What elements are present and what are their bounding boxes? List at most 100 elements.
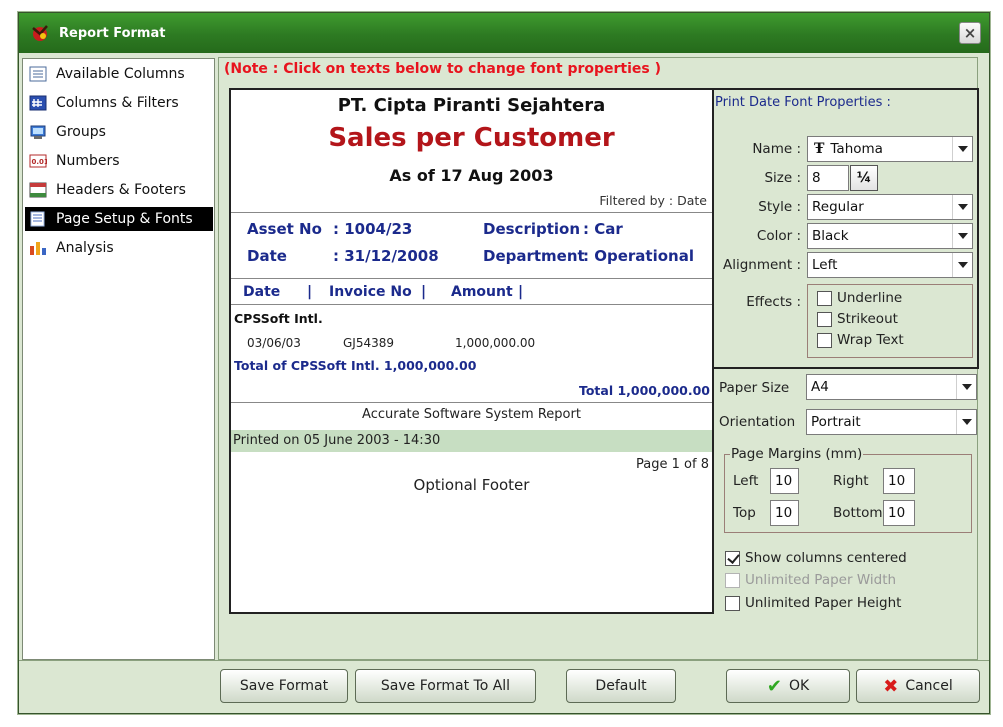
margin-bottom-input[interactable]: 10 — [883, 500, 915, 526]
preview-page-number[interactable]: Page 1 of 8 — [636, 457, 709, 472]
checkbox-box[interactable] — [817, 311, 832, 327]
sidebar-item-headers-footers[interactable]: Headers & Footers — [25, 178, 213, 202]
chevron-down-icon[interactable] — [952, 137, 972, 161]
button-label: Cancel — [905, 678, 953, 694]
page-margins-legend: Page Margins (mm) — [730, 446, 864, 462]
checkbox-box[interactable] — [725, 595, 740, 611]
default-button[interactable]: Default — [566, 669, 676, 703]
checkbox-label: Wrap Text — [837, 332, 904, 348]
show-columns-centered-checkbox[interactable]: Show columns centered — [725, 550, 907, 566]
preview-report-footer[interactable]: Accurate Software System Report — [231, 407, 712, 422]
sidebar-item-label: Analysis — [56, 240, 114, 256]
preview-company-name[interactable]: PT. Cipta Piranti Sejahtera — [231, 95, 712, 116]
sidebar-item-label: Page Setup & Fonts — [56, 211, 193, 227]
chevron-down-icon[interactable] — [952, 224, 972, 248]
sidebar-item-available-columns[interactable]: Available Columns — [25, 62, 213, 86]
ok-button[interactable]: ✔ OK — [726, 669, 850, 703]
preview-row-date[interactable]: 03/06/03 — [247, 336, 301, 350]
underline-checkbox[interactable]: Underline — [817, 290, 902, 306]
sidebar-item-groups[interactable]: Groups — [25, 120, 213, 144]
preview-department-label[interactable]: Department — [483, 247, 585, 265]
button-bar-divider — [19, 660, 989, 661]
preview-date-value[interactable]: : 31/12/2008 — [333, 247, 439, 265]
preview-asset-label[interactable]: Asset No — [247, 220, 322, 238]
sidebar-item-analysis[interactable]: Analysis — [25, 236, 213, 260]
preview-col-invoice[interactable]: Invoice No — [329, 284, 412, 300]
paper-size-label: Paper Size — [719, 380, 790, 396]
x-cross-icon: ✖ — [883, 675, 899, 697]
preview-row-invoice[interactable]: GJ54389 — [343, 336, 394, 350]
wrap-text-checkbox[interactable]: Wrap Text — [817, 332, 904, 348]
checkbox-box[interactable] — [725, 550, 740, 566]
checkbox-box[interactable] — [817, 332, 832, 348]
font-size-input[interactable]: 8 — [807, 165, 849, 191]
font-alignment-value: Left — [812, 257, 838, 273]
close-button[interactable]: × — [959, 22, 981, 44]
preview-divider — [231, 304, 712, 305]
preview-row-amount[interactable]: 1,000,000.00 — [455, 336, 535, 350]
font-properties-title: Print Date Font Properties : — [715, 95, 891, 110]
preview-as-of-date[interactable]: As of 17 Aug 2003 — [231, 166, 712, 185]
paper-size-select[interactable]: A4 — [806, 374, 977, 400]
app-logo-icon — [32, 25, 48, 41]
font-color-select[interactable]: Black — [807, 223, 973, 249]
save-format-to-all-button[interactable]: Save Format To All — [355, 669, 536, 703]
title-bar: Report Format × — [19, 13, 989, 53]
preview-report-title[interactable]: Sales per Customer — [231, 123, 712, 153]
sidebar-item-numbers[interactable]: 0.01 Numbers — [25, 149, 213, 173]
preview-optional-footer[interactable]: Optional Footer — [231, 476, 712, 494]
preview-grand-total[interactable]: Total 1,000,000.00 — [579, 383, 710, 398]
chevron-down-icon[interactable] — [952, 253, 972, 277]
preview-group-name[interactable]: CPSSoft Intl. — [234, 311, 323, 326]
button-label: OK — [788, 678, 810, 694]
margin-right-label: Right — [833, 473, 869, 489]
preview-col-amount[interactable]: Amount — [451, 284, 513, 300]
checkbox-label: Unlimited Paper Width — [745, 572, 897, 588]
orientation-select[interactable]: Portrait — [806, 409, 977, 435]
truetype-font-icon: Ŧ — [814, 141, 825, 157]
preview-description-value[interactable]: : Car — [583, 220, 623, 238]
preview-date-label[interactable]: Date — [247, 247, 287, 265]
margin-bottom-label: Bottom — [833, 505, 883, 521]
chevron-down-icon[interactable] — [956, 410, 976, 434]
report-preview: PT. Cipta Piranti Sejahtera Sales per Cu… — [229, 88, 714, 614]
checkbox-label: Underline — [837, 290, 903, 306]
sidebar-item-page-setup-fonts[interactable]: Page Setup & Fonts — [25, 207, 213, 231]
font-name-select[interactable]: Ŧ Tahoma — [807, 136, 973, 162]
font-alignment-select[interactable]: Left — [807, 252, 973, 278]
checkbox-box[interactable] — [817, 290, 832, 306]
sidebar-item-columns-filters[interactable]: Columns & Filters — [25, 91, 213, 115]
preview-department-value[interactable]: : Operational — [583, 247, 694, 265]
font-style-value: Regular — [812, 199, 864, 215]
preview-col-date[interactable]: Date — [243, 284, 280, 300]
unlimited-paper-height-checkbox[interactable]: Unlimited Paper Height — [725, 595, 901, 611]
preview-group-total[interactable]: Total of CPSSoft Intl. 1,000,000.00 — [234, 358, 476, 373]
columns-list-icon — [29, 66, 47, 82]
button-label: Save Format To All — [380, 678, 511, 694]
unlimited-paper-width-checkbox: Unlimited Paper Width — [725, 572, 896, 588]
margin-left-input[interactable]: 10 — [770, 468, 799, 494]
chevron-down-icon[interactable] — [952, 195, 972, 219]
orientation-value: Portrait — [811, 414, 861, 430]
window-title: Report Format — [59, 25, 166, 41]
strikeout-checkbox[interactable]: Strikeout — [817, 311, 898, 327]
margin-top-label: Top — [733, 505, 756, 521]
preview-description-label[interactable]: Description — [483, 220, 580, 238]
preview-filtered-by[interactable]: Filtered by : Date — [599, 193, 707, 208]
preview-printed-on[interactable]: Printed on 05 June 2003 - 14:30 — [231, 430, 712, 452]
font-style-select[interactable]: Regular — [807, 194, 973, 220]
font-size-button[interactable]: ¼ — [850, 165, 878, 191]
button-label: Default — [595, 678, 647, 694]
margin-right-input[interactable]: 10 — [883, 468, 915, 494]
font-properties-panel: Print Date Font Properties : Name : Ŧ Tah… — [713, 88, 979, 369]
preview-col-separator: | — [421, 284, 427, 300]
font-note: (Note : Click on texts below to change f… — [224, 61, 661, 77]
sidebar-item-label: Headers & Footers — [56, 182, 186, 198]
save-format-button[interactable]: Save Format — [220, 669, 348, 703]
cancel-button[interactable]: ✖ Cancel — [856, 669, 980, 703]
preview-asset-value[interactable]: : 1004/23 — [333, 220, 412, 238]
margin-top-input[interactable]: 10 — [770, 500, 799, 526]
chevron-down-icon[interactable] — [956, 375, 976, 399]
close-icon: × — [963, 24, 977, 42]
font-name-label: Name : — [752, 141, 801, 157]
